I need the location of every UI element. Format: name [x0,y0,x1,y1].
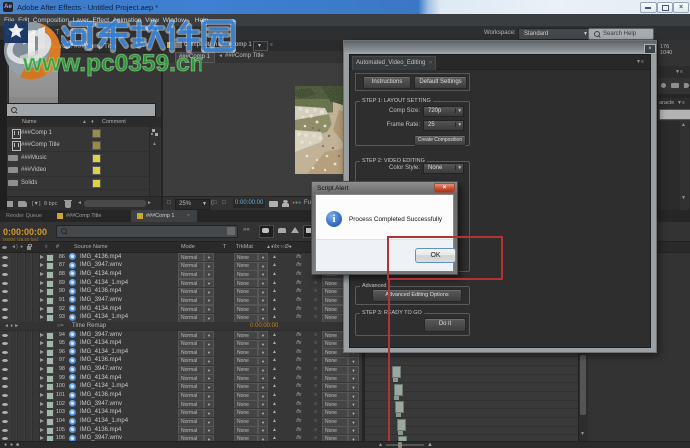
svg-text:www.pc0359.cn: www.pc0359.cn [22,50,202,77]
